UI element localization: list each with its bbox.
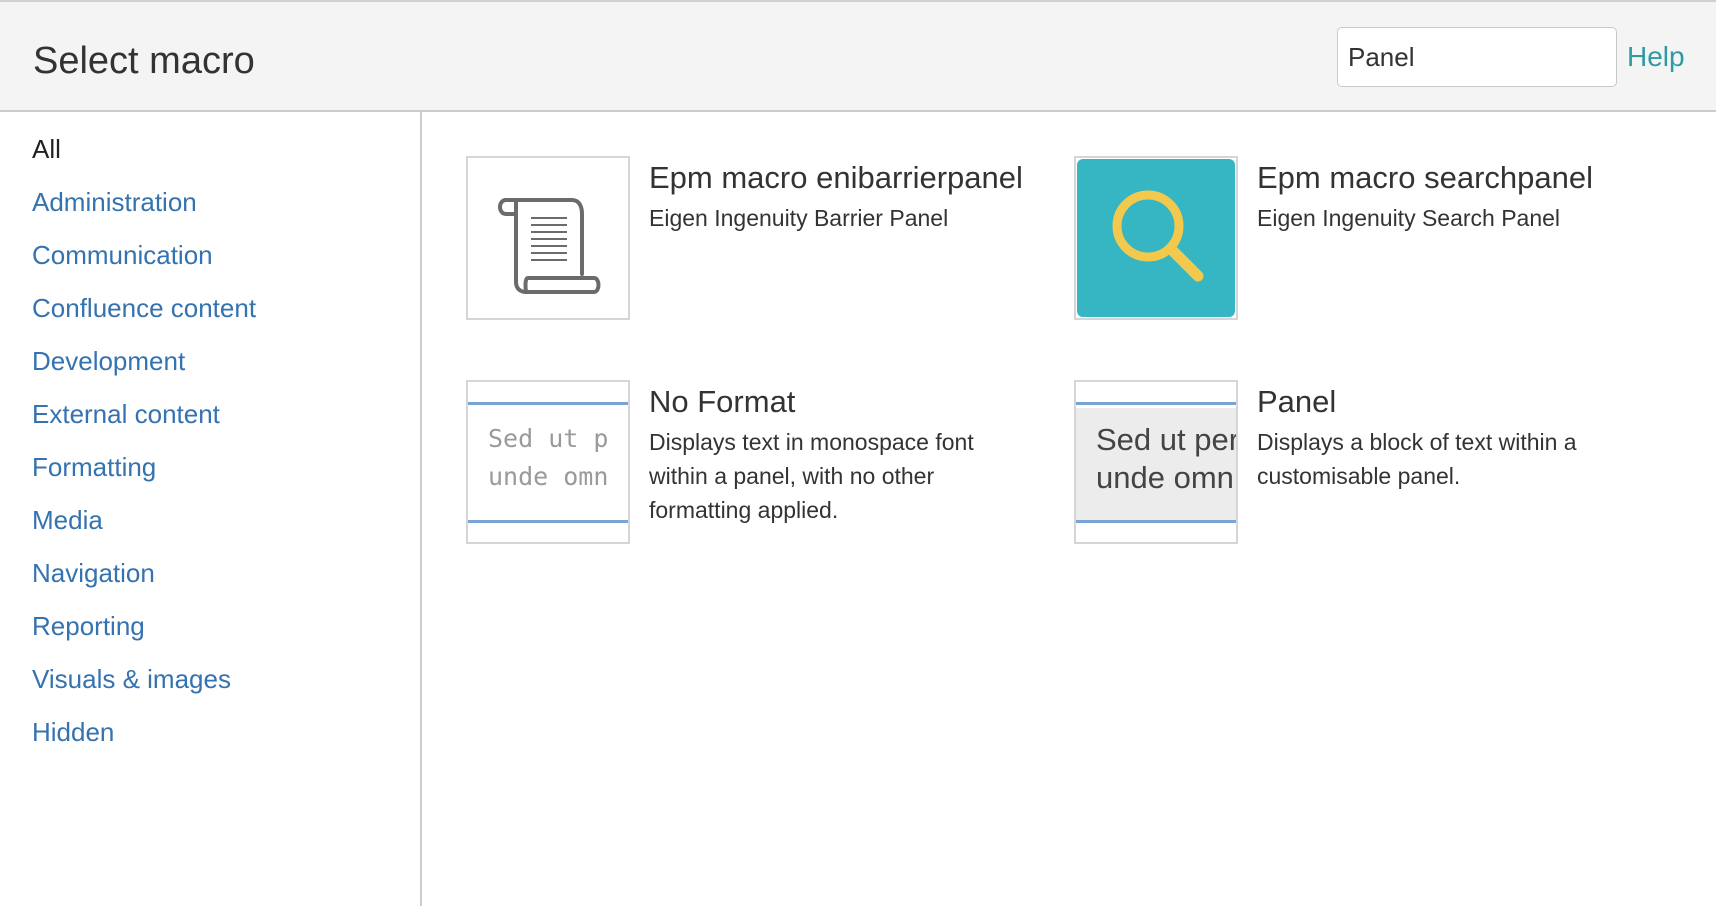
macro-thumbnail[interactable]: Sed ut p unde omn (466, 380, 630, 544)
sidebar-item-administration[interactable]: Administration (32, 187, 197, 218)
macro-description: Eigen Ingenuity Barrier Panel (649, 205, 949, 231)
macro-title[interactable]: No Format (649, 384, 795, 420)
macro-thumbnail[interactable] (466, 156, 630, 320)
sidebar-item-development[interactable]: Development (32, 346, 185, 377)
macro-thumbnail[interactable]: Sed ut per unde omn (1074, 380, 1238, 544)
preview-text: unde omn (1096, 460, 1234, 495)
panel-rule (1076, 402, 1236, 405)
sidebar-item-media[interactable]: Media (32, 505, 103, 536)
sidebar-item-formatting[interactable]: Formatting (32, 452, 156, 483)
sidebar-item-confluence-content[interactable]: Confluence content (32, 293, 256, 324)
search-input[interactable] (1337, 27, 1617, 87)
preview-text: Sed ut p (488, 424, 609, 453)
sidebar-item-all[interactable]: All (32, 134, 61, 165)
dialog-title: Select macro (33, 40, 255, 82)
macro-title[interactable]: Panel (1257, 384, 1336, 420)
category-sidebar: All Administration Communication Conflue… (0, 112, 422, 906)
panel-rule (1076, 520, 1236, 523)
macro-description: Displays text in monospace font within a… (649, 429, 974, 523)
sidebar-item-visuals-images[interactable]: Visuals & images (32, 664, 231, 695)
sidebar-item-hidden[interactable]: Hidden (32, 717, 114, 748)
panel-rule (468, 520, 628, 523)
magnifier-icon (1077, 159, 1235, 317)
macro-thumbnail[interactable] (1074, 156, 1238, 320)
macro-title[interactable]: Epm macro searchpanel (1257, 160, 1593, 196)
sidebar-item-navigation[interactable]: Navigation (32, 558, 155, 589)
dialog-header: Select macro Help (0, 0, 1716, 112)
scroll-icon (498, 198, 601, 294)
macro-description: Eigen Ingenuity Search Panel (1257, 205, 1561, 231)
preview-text: Sed ut per (1096, 422, 1238, 457)
macro-title[interactable]: Epm macro enibarrierpanel (649, 160, 1023, 196)
panel-rule (468, 402, 628, 405)
sidebar-item-reporting[interactable]: Reporting (32, 611, 145, 642)
sidebar-item-external-content[interactable]: External content (32, 399, 220, 430)
help-link[interactable]: Help (1627, 41, 1685, 73)
sidebar-item-communication[interactable]: Communication (32, 240, 213, 271)
macro-description: Displays a block of text within a custom… (1257, 429, 1577, 489)
preview-text: unde omn (488, 462, 609, 491)
